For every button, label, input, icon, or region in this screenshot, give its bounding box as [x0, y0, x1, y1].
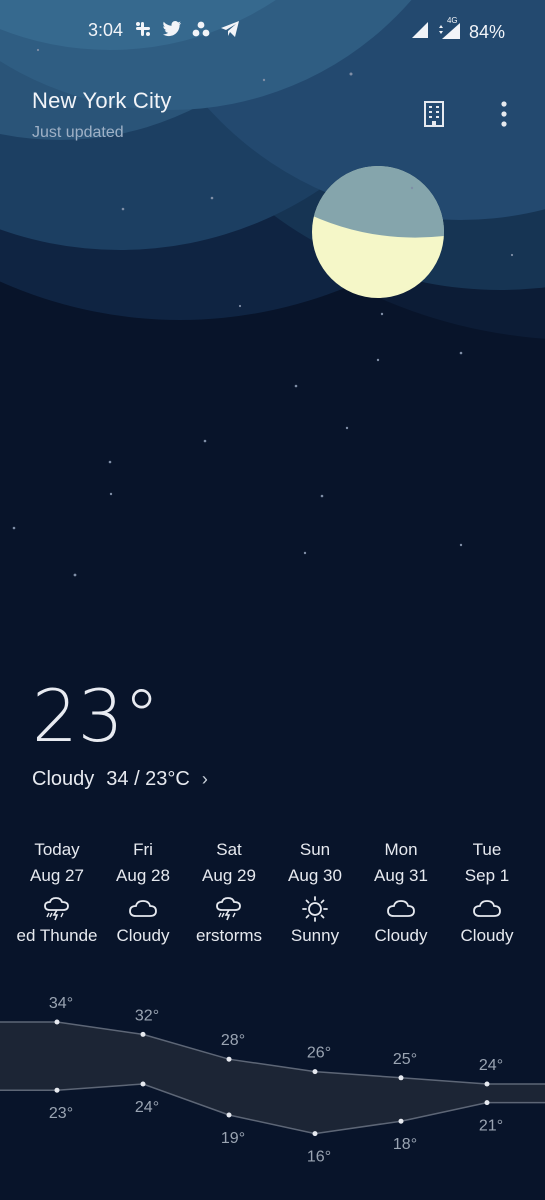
day-date: Aug 30 — [288, 866, 342, 885]
notification-icons — [134, 20, 240, 43]
condition-row[interactable]: Cloudy 34 / 23°C › — [32, 768, 208, 791]
battery-level: 84% — [468, 22, 505, 42]
day-condition: Sunny — [290, 926, 340, 945]
high-temp-label: 26° — [307, 1045, 331, 1062]
slack-icon — [134, 20, 152, 43]
low-temp-point — [54, 1087, 60, 1093]
temperature-chart-svg: 34° 32° 28° 26° 25° 24° 23° 24° 19° 16° 18° 21° — [0, 995, 545, 1166]
more-vertical-icon — [501, 101, 507, 127]
current-condition: Cloudy — [32, 768, 95, 790]
sun-icon — [300, 896, 330, 922]
day-condition: Cloudy — [374, 926, 428, 945]
forecast-day[interactable]: Mon Aug 31 Cloudy — [355, 840, 447, 946]
header-actions — [419, 98, 519, 130]
day-date: Aug 31 — [374, 866, 428, 885]
cloud-icon — [386, 896, 416, 922]
daily-forecast: Today Aug 27 ed Thunde Fri Aug 28 Cloudy… — [0, 840, 545, 950]
forecast-day[interactable]: Today Aug 27 ed Thunde — [11, 840, 103, 946]
asana-icon — [192, 20, 210, 43]
day-date: Aug 27 — [30, 866, 84, 885]
status-time: 3:04 — [88, 20, 124, 40]
high-temp-label: 34° — [49, 995, 73, 1012]
day-name: Mon — [384, 840, 418, 859]
current-conditions[interactable]: 23° Cloudy 34 / 23°C › — [32, 680, 208, 791]
chevron-right-icon: › — [201, 769, 208, 789]
high-temp-label: 28° — [221, 1032, 245, 1049]
cloud-icon — [128, 896, 158, 922]
signal-icon — [411, 21, 429, 44]
forecast-day[interactable]: Tue Sep 1 Cloudy — [441, 840, 533, 946]
low-temp-label: 23° — [49, 1105, 73, 1122]
low-temp-point — [226, 1112, 232, 1118]
mobile-data-icon: 4G — [437, 16, 461, 45]
more-options-button[interactable] — [489, 98, 519, 130]
day-date: Aug 28 — [116, 866, 170, 885]
temperature-chart: 34° 32° 28° 26° 25° 24° 23° 24° 19° 16° 18° 21° — [0, 980, 545, 1170]
day-name: Tue — [472, 840, 502, 859]
current-temperature: 23° — [32, 674, 160, 758]
day-name: Fri — [133, 840, 153, 859]
high-temp-label: 24° — [479, 1057, 503, 1074]
building-icon — [424, 101, 444, 127]
day-condition: Cloudy — [460, 926, 514, 945]
day-date: Sep 1 — [464, 866, 510, 885]
city-list-button[interactable] — [419, 98, 449, 130]
low-temp-point — [398, 1118, 404, 1124]
low-temp-point — [484, 1100, 490, 1106]
network-type: 4G — [446, 16, 458, 25]
day-name: Today — [34, 840, 80, 859]
day-name: Sat — [216, 840, 242, 859]
telegram-icon — [220, 20, 240, 43]
city-name: New York City — [32, 88, 172, 113]
low-temp-point — [312, 1131, 318, 1137]
day-condition: Cloudy — [116, 926, 170, 945]
low-temp-label: 24° — [135, 1099, 159, 1116]
location-header: New York City Just updated — [32, 88, 172, 142]
day-name: Sun — [299, 840, 331, 859]
low-temp-point — [140, 1081, 146, 1087]
forecast-day[interactable]: Sun Aug 30 Sunny — [269, 840, 361, 946]
low-temp-label: 21° — [479, 1118, 503, 1135]
low-temp-label: 19° — [221, 1130, 245, 1147]
cloud-icon — [472, 896, 502, 922]
forecast-day[interactable]: Fri Aug 28 Cloudy — [97, 840, 189, 946]
high-temp-point — [312, 1069, 318, 1075]
low-temp-label: 16° — [307, 1149, 331, 1166]
high-temp-label: 32° — [135, 1007, 159, 1024]
high-temp-point — [226, 1056, 232, 1062]
thunderstorm-icon — [42, 896, 72, 922]
high-temp-label: 25° — [393, 1051, 417, 1068]
status-right: 4G 84% — [411, 16, 505, 45]
temperature-range-area — [0, 1022, 545, 1134]
high-temp-point — [140, 1031, 146, 1037]
update-status: Just updated — [32, 124, 124, 141]
status-bar: 3:04 4G 84% — [0, 0, 545, 62]
thunderstorm-icon — [214, 896, 244, 922]
low-temp-label: 18° — [393, 1136, 417, 1153]
high-temp-point — [398, 1075, 404, 1081]
day-condition: ed Thunde — [16, 926, 98, 945]
twitter-icon — [162, 20, 182, 43]
high-low: 34 / 23°C — [106, 768, 190, 790]
day-date: Aug 29 — [202, 866, 256, 885]
day-condition: erstorms — [195, 926, 263, 945]
high-temp-point — [54, 1019, 60, 1025]
forecast-day[interactable]: Sat Aug 29 erstorms — [183, 840, 275, 946]
high-temp-point — [484, 1081, 490, 1087]
